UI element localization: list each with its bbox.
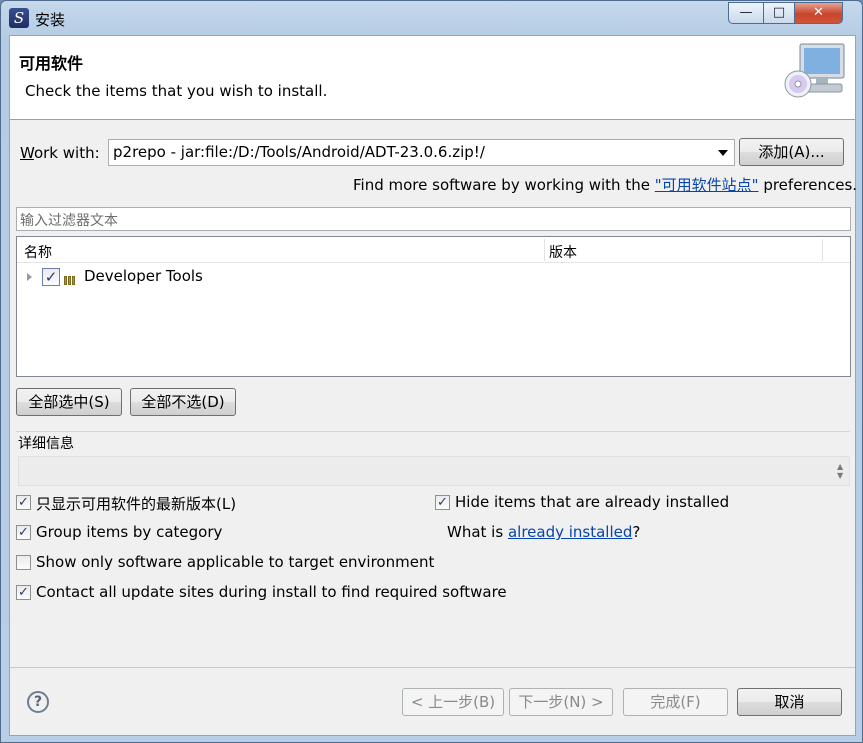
feature-group-icon — [64, 271, 78, 285]
hide-installed-checkbox[interactable]: ✓ — [435, 495, 450, 510]
available-sites-link[interactable]: "可用软件站点" — [655, 176, 759, 194]
work-with-combo[interactable]: p2repo - jar:file:/D:/Tools/Android/ADT-… — [108, 139, 735, 166]
already-installed-link[interactable]: already installed — [508, 523, 632, 541]
developer-tools-checkbox[interactable]: ✓ — [42, 268, 60, 286]
footer-divider — [10, 667, 855, 668]
filter-input[interactable]: 输入过滤器文本 — [16, 207, 851, 231]
find-more-text: Find more software by working with the "… — [353, 176, 858, 194]
work-with-label: Work with: — [20, 144, 100, 162]
help-icon[interactable]: ? — [27, 691, 49, 713]
details-title: 详细信息 — [18, 433, 78, 453]
install-dialog-window: S 安装 — □ ✕ 可用软件 Check the items that you… — [0, 0, 863, 743]
select-all-button[interactable]: 全部选中(S) — [16, 388, 122, 416]
option-label: 只显示可用软件的最新版本(L) — [36, 495, 237, 513]
column-header-name[interactable]: 名称 — [24, 242, 52, 262]
expand-arrow-icon[interactable] — [27, 273, 32, 281]
details-text-area[interactable]: ▲ ▼ — [18, 456, 850, 486]
chevron-down-icon[interactable] — [718, 150, 728, 156]
software-tree[interactable]: 名称 版本 ✓ Developer Tools — [16, 236, 851, 377]
deselect-all-button[interactable]: 全部不选(D) — [130, 388, 236, 416]
header-banner: 可用软件 Check the items that you wish to in… — [10, 36, 855, 120]
option-label: Group items by category — [36, 523, 223, 541]
column-divider[interactable] — [544, 239, 545, 261]
column-divider[interactable] — [822, 239, 823, 261]
eclipse-app-icon: S — [9, 8, 29, 28]
finish-button[interactable]: 完成(F) — [623, 688, 728, 716]
group-by-category-checkbox[interactable]: ✓ — [16, 525, 31, 540]
option-label: Show only software applicable to target … — [36, 553, 435, 571]
page-title: 可用软件 — [19, 54, 84, 73]
what-is-installed-text: What is already installed? — [447, 523, 641, 541]
install-wizard-banner-icon — [784, 43, 845, 98]
page-description: Check the items that you wish to install… — [25, 82, 328, 100]
scroll-arrows-icon[interactable]: ▲ ▼ — [837, 462, 845, 480]
close-button[interactable]: ✕ — [794, 2, 843, 24]
tree-header: 名称 版本 — [17, 237, 850, 263]
dialog-client-area: 可用软件 Check the items that you wish to in… — [9, 35, 858, 736]
window-title: 安装 — [35, 11, 66, 29]
cancel-button[interactable]: 取消 — [737, 688, 842, 716]
maximize-button[interactable]: □ — [763, 2, 795, 24]
title-bar[interactable]: S 安装 — □ ✕ — [1, 1, 862, 35]
option-label: Hide items that are already installed — [455, 493, 730, 511]
column-header-version[interactable]: 版本 — [549, 242, 577, 262]
minimize-button[interactable]: — — [728, 2, 764, 24]
option-label: Contact all update sites during install … — [36, 583, 507, 601]
work-with-value: p2repo - jar:file:/D:/Tools/Android/ADT-… — [113, 143, 485, 161]
contact-sites-checkbox[interactable]: ✓ — [16, 585, 31, 600]
tree-row-developer-tools[interactable]: ✓ Developer Tools — [17, 265, 850, 289]
latest-only-checkbox[interactable]: ✓ — [16, 495, 31, 510]
tree-item-label: Developer Tools — [84, 267, 203, 285]
next-button[interactable]: 下一步(N) > — [509, 688, 613, 716]
back-button[interactable]: < 上一步(B) — [402, 688, 504, 716]
add-site-button[interactable]: 添加(A)... — [739, 138, 844, 166]
applicable-only-checkbox[interactable] — [16, 555, 31, 570]
